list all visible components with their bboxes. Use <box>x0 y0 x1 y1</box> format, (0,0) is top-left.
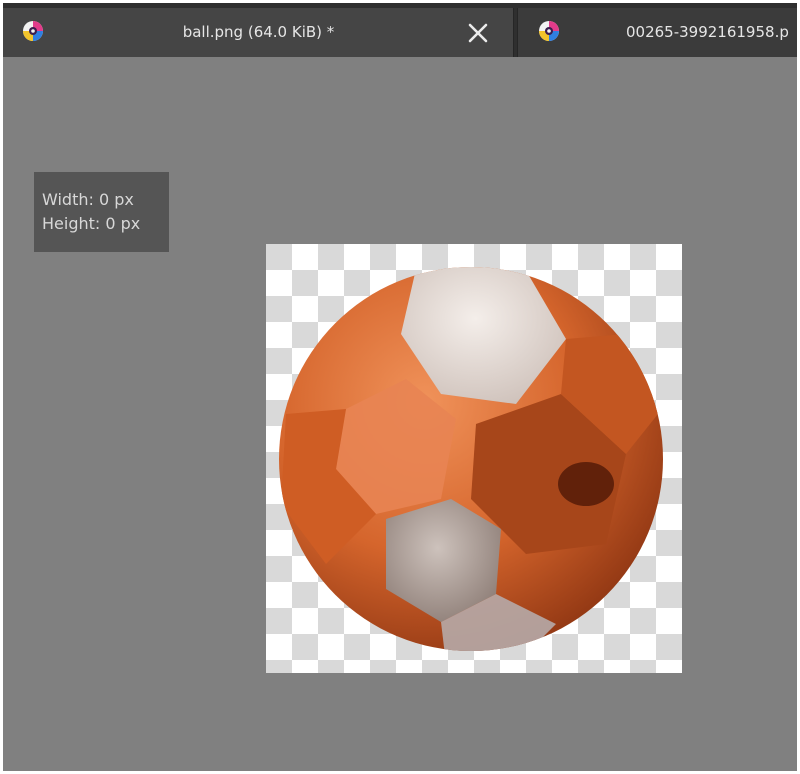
selection-size-tooltip: Width: 0 px Height: 0 px <box>34 172 169 252</box>
tab-00265-image[interactable]: 00265-3992161958.p <box>517 8 797 57</box>
close-icon[interactable] <box>465 20 491 46</box>
tab-title: 00265-3992161958.p <box>626 23 789 41</box>
image-canvas[interactable] <box>266 244 682 673</box>
height-readout: Height: 0 px <box>42 214 141 233</box>
krita-app-icon <box>539 21 559 41</box>
tab-title: ball.png (64.0 KiB) * <box>182 23 335 41</box>
width-readout: Width: 0 px <box>42 190 134 209</box>
canvas-viewport[interactable]: Width: 0 px Height: 0 px <box>3 57 797 771</box>
tab-ball-png[interactable]: ball.png (64.0 KiB) * <box>3 8 514 57</box>
document-tab-bar: ball.png (64.0 KiB) * 00265-3992161958.p <box>3 3 797 57</box>
application-window: ball.png (64.0 KiB) * 00265-3992161958.p… <box>3 3 797 771</box>
